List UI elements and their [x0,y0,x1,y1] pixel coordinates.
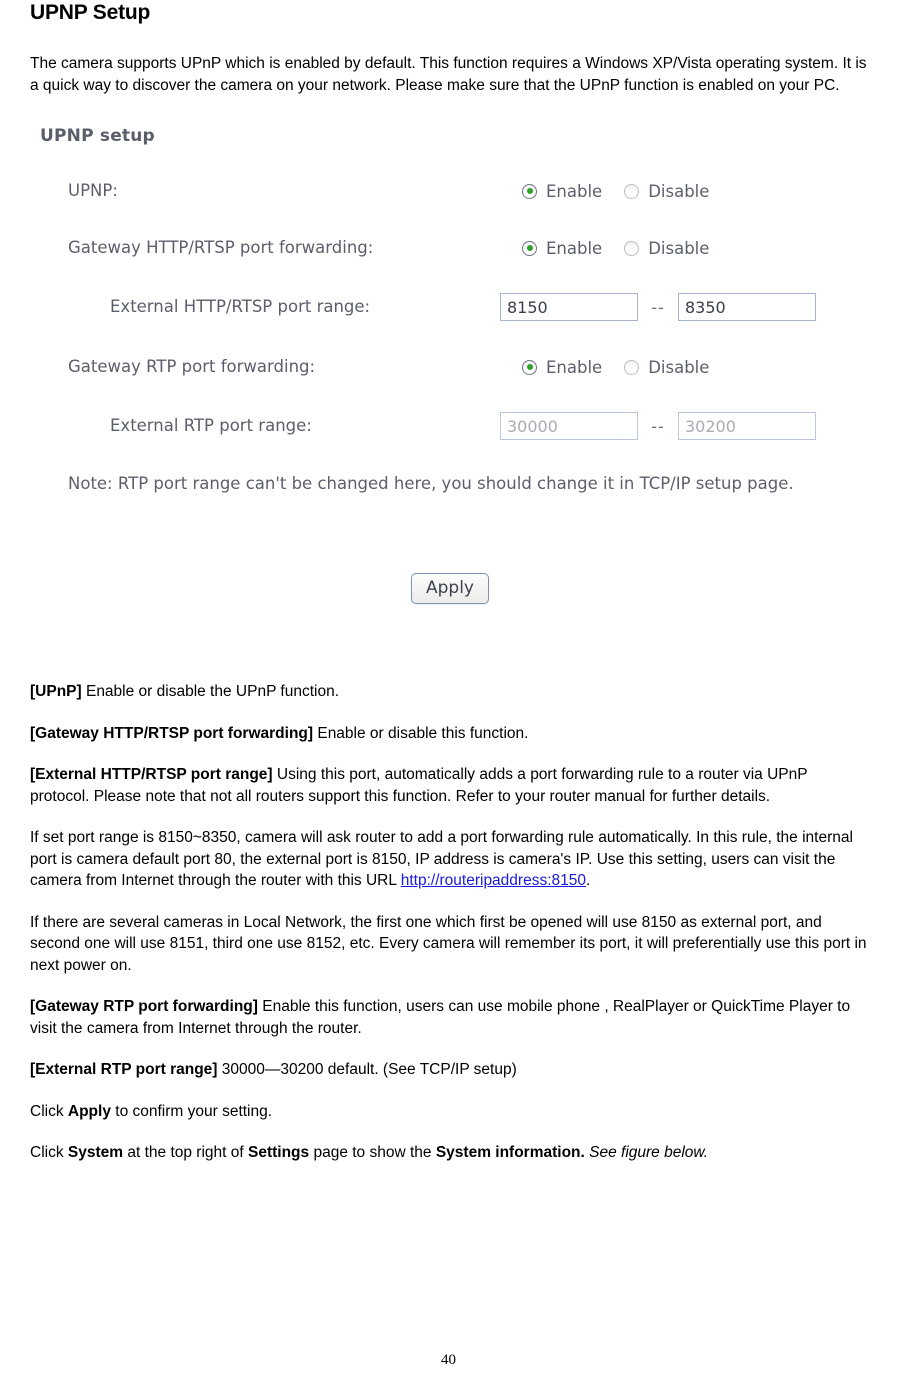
gateway-http-enable-label: Enable [546,238,603,258]
text-click-apply-b: to confirm your setting. [110,1102,273,1120]
gateway-rtp-label: Gateway RTP port forwarding: [68,357,316,376]
text-external-rtp-range: 30000—30200 default. (See TCP/IP setup) [217,1061,517,1078]
row-external-http-range: External HTTP/RTSP port range: -- [30,293,870,321]
row-upnp: UPNP: Enable Disable [30,178,870,204]
router-url-link[interactable]: http://routeripaddress:8150 [401,872,586,889]
gateway-rtp-disable-label: Disable [648,357,710,377]
radio-unselected-icon[interactable] [624,240,640,256]
term-apply: Apply [67,1102,111,1120]
external-rtp-port-to-input[interactable] [678,412,816,440]
term-gateway-http: [Gateway HTTP/RTSP port forwarding] [30,724,314,742]
term-external-http-range: [External HTTP/RTSP port range] [30,766,273,783]
external-rtp-range-label: External RTP port range: [110,416,312,435]
upnp-setup-panel: UPNP setup UPNP: Enable Disable Gateway … [30,118,870,623]
panel-heading: UPNP setup [40,126,155,146]
upnp-label: UPNP: [68,181,118,200]
paragraph-click-apply: Click Apply to confirm your setting. [30,1101,867,1123]
paragraph-gateway-rtp: [Gateway RTP port forwarding] Enable thi… [30,996,867,1039]
paragraph-upnp: [UPnP] Enable or disable the UPnP functi… [30,681,867,703]
radio-unselected-icon[interactable] [624,183,640,199]
page-number: 40 [441,1352,456,1368]
apply-button[interactable]: Apply [411,573,489,604]
external-http-range-fields: -- [500,293,816,321]
term-upnp: [UPnP] [30,683,82,700]
radio-selected-icon[interactable] [522,240,537,256]
radio-unselected-icon[interactable] [624,359,640,375]
page-title: UPNP Setup [30,1,151,24]
text-click-system-c: page to show the [309,1144,436,1161]
radio-selected-icon[interactable] [522,359,537,375]
gateway-http-label: Gateway HTTP/RTSP port forwarding: [68,238,374,257]
document-page: UPNP Setup The camera supports UPnP whic… [0,0,897,1390]
paragraph-port-rule: If set port range is 8150~8350, camera w… [30,827,867,892]
text-click-system-b: at the top right of [123,1144,248,1161]
gateway-rtp-disable-radio[interactable]: Disable [624,358,709,377]
row-external-rtp-range: External RTP port range: -- [30,412,870,440]
upnp-disable-label: Disable [648,181,710,201]
row-gateway-rtp-forwarding: Gateway RTP port forwarding: Enable Disa… [30,354,870,380]
radio-selected-icon[interactable] [522,183,537,199]
paragraph-external-http-range: [External HTTP/RTSP port range] Using th… [30,764,867,807]
gateway-http-disable-radio[interactable]: Disable [624,239,709,258]
apply-button-row: Apply [30,573,870,604]
gateway-http-enable-radio[interactable]: Enable [522,239,602,258]
external-http-port-from-input[interactable] [500,293,638,321]
gateway-rtp-enable-radio[interactable]: Enable [522,358,602,377]
text-click-system-a: Click [30,1144,68,1161]
external-rtp-range-fields: -- [500,412,816,440]
text-see-figure-below: See figure below. [584,1144,709,1161]
rtp-note-text: Note: RTP port range can't be changed he… [68,474,794,493]
text-upnp: Enable or disable the UPnP function. [81,683,340,700]
term-settings: Settings [248,1144,310,1161]
external-rtp-port-from-input[interactable] [500,412,638,440]
term-system-information: System information. [435,1144,585,1161]
gateway-rtp-radio-group[interactable]: Enable Disable [522,354,731,380]
term-external-rtp-range: [External RTP port range] [30,1061,218,1078]
gateway-http-radio-group[interactable]: Enable Disable [522,235,731,261]
gateway-rtp-enable-label: Enable [546,357,603,377]
external-http-port-to-input[interactable] [678,293,816,321]
range-separator: -- [651,416,665,436]
range-separator: -- [651,297,665,317]
external-http-range-label: External HTTP/RTSP port range: [110,297,371,316]
paragraph-multiple-cameras: If there are several cameras in Local Ne… [30,913,867,974]
paragraph-click-system: Click System at the top right of Setting… [30,1142,867,1164]
upnp-enable-radio[interactable]: Enable [522,182,602,201]
gateway-http-disable-label: Disable [648,238,710,258]
text-click-apply-a: Click [30,1102,68,1120]
paragraph-gateway-http: [Gateway HTTP/RTSP port forwarding] Enab… [30,723,867,745]
text-port-rule-after-link: . [586,872,591,889]
paragraph-external-rtp-range: [External RTP port range] 30000—30200 de… [30,1059,867,1081]
upnp-disable-radio[interactable]: Disable [624,182,709,201]
term-system: System [67,1144,124,1161]
upnp-radio-group[interactable]: Enable Disable [522,178,731,204]
upnp-enable-label: Enable [546,181,603,201]
text-gateway-http: Enable or disable this function. [313,724,529,742]
intro-paragraph: The camera supports UPnP which is enable… [30,55,867,94]
explanation-section: [UPnP] Enable or disable the UPnP functi… [30,681,867,1164]
term-gateway-rtp: [Gateway RTP port forwarding] [30,998,258,1015]
row-gateway-http-forwarding: Gateway HTTP/RTSP port forwarding: Enabl… [30,235,870,261]
